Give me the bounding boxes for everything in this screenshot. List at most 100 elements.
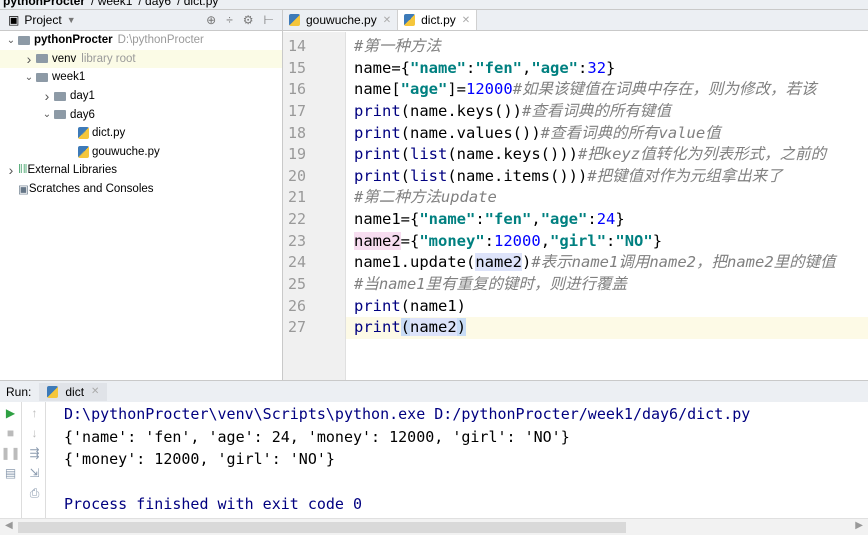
stop-icon[interactable]: ■ [7, 426, 14, 440]
tab-label: dict.py [421, 13, 456, 27]
tree-item[interactable]: › day1 [0, 87, 282, 106]
code-line[interactable]: 16 name["age"]=12000#如果该键值在词典中存在，则为修改，若该 [288, 79, 868, 101]
code-token: } [615, 210, 625, 229]
gear-icon[interactable]: ⚙ [243, 13, 254, 27]
tree-item[interactable]: dict.py [0, 124, 282, 143]
code-line[interactable]: 15 name={"name":"fen","age":32} [288, 58, 868, 80]
line-number: 14 [288, 37, 307, 55]
run-toolbar: ▶ ■ ❚❚ ▤ [0, 402, 22, 518]
tree-item[interactable]: ▣ Scratches and Consoles [0, 180, 282, 199]
code-token: name={ [354, 58, 410, 77]
code-token: name2 [410, 318, 457, 337]
close-icon[interactable]: ✕ [91, 386, 99, 397]
scrollbar-thumb[interactable] [18, 522, 626, 533]
tree-item[interactable]: ⌄ week1 [0, 68, 282, 87]
code-token: "fen" [484, 210, 532, 229]
breadcrumb-item[interactable]: dict.py [184, 0, 219, 8]
close-icon[interactable]: ✕ [383, 15, 391, 26]
code-area[interactable]: 14 #第一种方法 15 name={"name":"fen","age":32} 16… [288, 36, 868, 339]
breadcrumb-item[interactable]: day6 [145, 0, 171, 8]
horizontal-scrollbar[interactable]: ◀ ▶ [0, 518, 868, 535]
tree-item-label: Scratches and Consoles [28, 183, 154, 196]
tree-item[interactable]: gouwuche.py [0, 143, 282, 162]
tree-item[interactable]: ⌄ pythonProcter D:\pythonProcter [0, 31, 282, 50]
code-line[interactable]: 27 print(name2) [288, 317, 868, 339]
code-token: "NO" [615, 231, 653, 250]
code-token: (name.items())) [447, 166, 588, 185]
tree-item[interactable]: ⌄ day6 [0, 105, 282, 124]
console-line: D:\pythonProcter\venv\Scripts\python.exe… [64, 405, 751, 423]
line-number: 22 [288, 210, 307, 229]
code-line[interactable]: 23 name2={"money":12000,"girl":"NO"} [288, 231, 868, 253]
run-tab-dict[interactable]: dict ✕ [39, 382, 108, 401]
layout-icon[interactable]: ▤ [5, 466, 16, 480]
breadcrumb: pythonProcter / week1/ day6/ dict.py [0, 0, 868, 10]
scroll-right-icon[interactable]: ▶ [855, 520, 863, 531]
code-token: #第一种方法 [354, 37, 441, 55]
rerun-icon[interactable]: ▶ [6, 406, 15, 420]
chevron-right-icon[interactable]: › [22, 51, 36, 67]
code-line[interactable]: 24 name1.update(name2)#表示name1调用name2，把na… [288, 252, 868, 274]
code-token: ( [400, 166, 411, 185]
code-line[interactable]: 14 #第一种方法 [288, 36, 868, 58]
tree-item[interactable]: › venv library root [0, 49, 282, 69]
code-token: (name.keys())) [447, 145, 578, 164]
folder-icon [18, 35, 30, 45]
breadcrumb-item[interactable]: week1 [98, 0, 133, 8]
tree-item-label: day6 [70, 108, 95, 121]
chevron-down-icon[interactable]: ⌄ [22, 72, 36, 83]
arrow-up-icon[interactable]: ↑ [32, 406, 38, 420]
run-header: Run: dict ✕ [0, 381, 868, 402]
code-token: : [578, 58, 588, 77]
code-token: 32 [587, 58, 607, 77]
close-icon[interactable]: ✕ [462, 15, 470, 26]
run-panel: Run: dict ✕ ▶ ■ ❚❚ ▤ ↑ ↓ ⇶ ⇲ ⎙ D:\pythonP… [0, 380, 868, 535]
collapse-icon[interactable]: ÷ [226, 13, 233, 27]
tab-gouwuche[interactable]: gouwuche.py ✕ [283, 10, 399, 30]
scroll-left-icon[interactable]: ◀ [5, 520, 13, 531]
code-line[interactable]: 21 #第二种方法update [288, 187, 868, 209]
print-icon[interactable]: ⎙ [30, 486, 40, 501]
line-number: 18 [288, 123, 307, 142]
code-line[interactable]: 19 print(list(name.keys()))#把keyz值转化为列表形式… [288, 144, 868, 166]
project-toolbar: ▣ Project ▼ ⊕ ÷ ⚙ ⊢ [0, 10, 282, 31]
code-token: #把keyz值转化为列表形式，之前的 [578, 145, 827, 164]
chevron-down-icon[interactable]: ⌄ [40, 109, 54, 120]
code-token: #第二种方法update [354, 188, 497, 207]
code-token: : [587, 210, 597, 229]
chevron-right-icon[interactable]: › [4, 162, 18, 178]
line-number: 15 [288, 58, 307, 77]
tab-dict[interactable]: dict.py ✕ [398, 10, 478, 30]
chevron-down-icon[interactable]: ▼ [67, 15, 76, 25]
code-line[interactable]: 22 name1={"name":"fen","age":24} [288, 209, 868, 231]
locate-icon[interactable]: ⊕ [206, 13, 216, 27]
run-tab-label: dict [65, 384, 85, 399]
breadcrumb-item[interactable]: pythonProcter [3, 0, 85, 8]
code-line[interactable]: 17 print(name.keys())#查看词典的所有键值 [288, 101, 868, 123]
code-token: "age" [400, 80, 448, 99]
code-line[interactable]: 18 print(name.values())#查看词典的所有value值 [288, 123, 868, 145]
code-token: (name.values()) [400, 123, 541, 142]
arrow-down-icon[interactable]: ↓ [32, 426, 38, 440]
code-line[interactable]: 26 print(name1) [288, 296, 868, 318]
console-line: Process finished with exit code 0 [64, 495, 363, 513]
line-number: 27 [288, 318, 307, 337]
scroll-to-end-icon[interactable]: ⇲ [29, 466, 39, 480]
console-output: D:\pythonProcter\venv\Scripts\python.exe… [64, 403, 750, 516]
code-line[interactable]: 20 print(list(name.items()))#把键值对作为元组拿出来了 [288, 166, 868, 188]
code-token: #查看词典的所有键值 [522, 101, 671, 120]
tree-item[interactable]: › ‖‖ External Libraries [0, 161, 282, 180]
code-token: : [606, 231, 616, 250]
code-token: print [354, 296, 401, 315]
code-token: #查看词典的所有value值 [540, 123, 721, 142]
line-number: 19 [288, 145, 307, 164]
chevron-down-icon[interactable]: ⌄ [4, 35, 18, 46]
code-line[interactable]: 25 #当name1里有重复的键时，则进行覆盖 [288, 274, 868, 296]
pause-icon[interactable]: ❚❚ [0, 446, 20, 460]
hide-icon[interactable]: ⊢ [264, 13, 274, 27]
tree-item-label: venv [52, 52, 77, 65]
soft-wrap-icon[interactable]: ⇶ [29, 446, 39, 460]
project-view-selector[interactable]: Project [24, 13, 61, 27]
code-token: name[ [354, 80, 401, 99]
chevron-right-icon[interactable]: › [40, 88, 54, 104]
